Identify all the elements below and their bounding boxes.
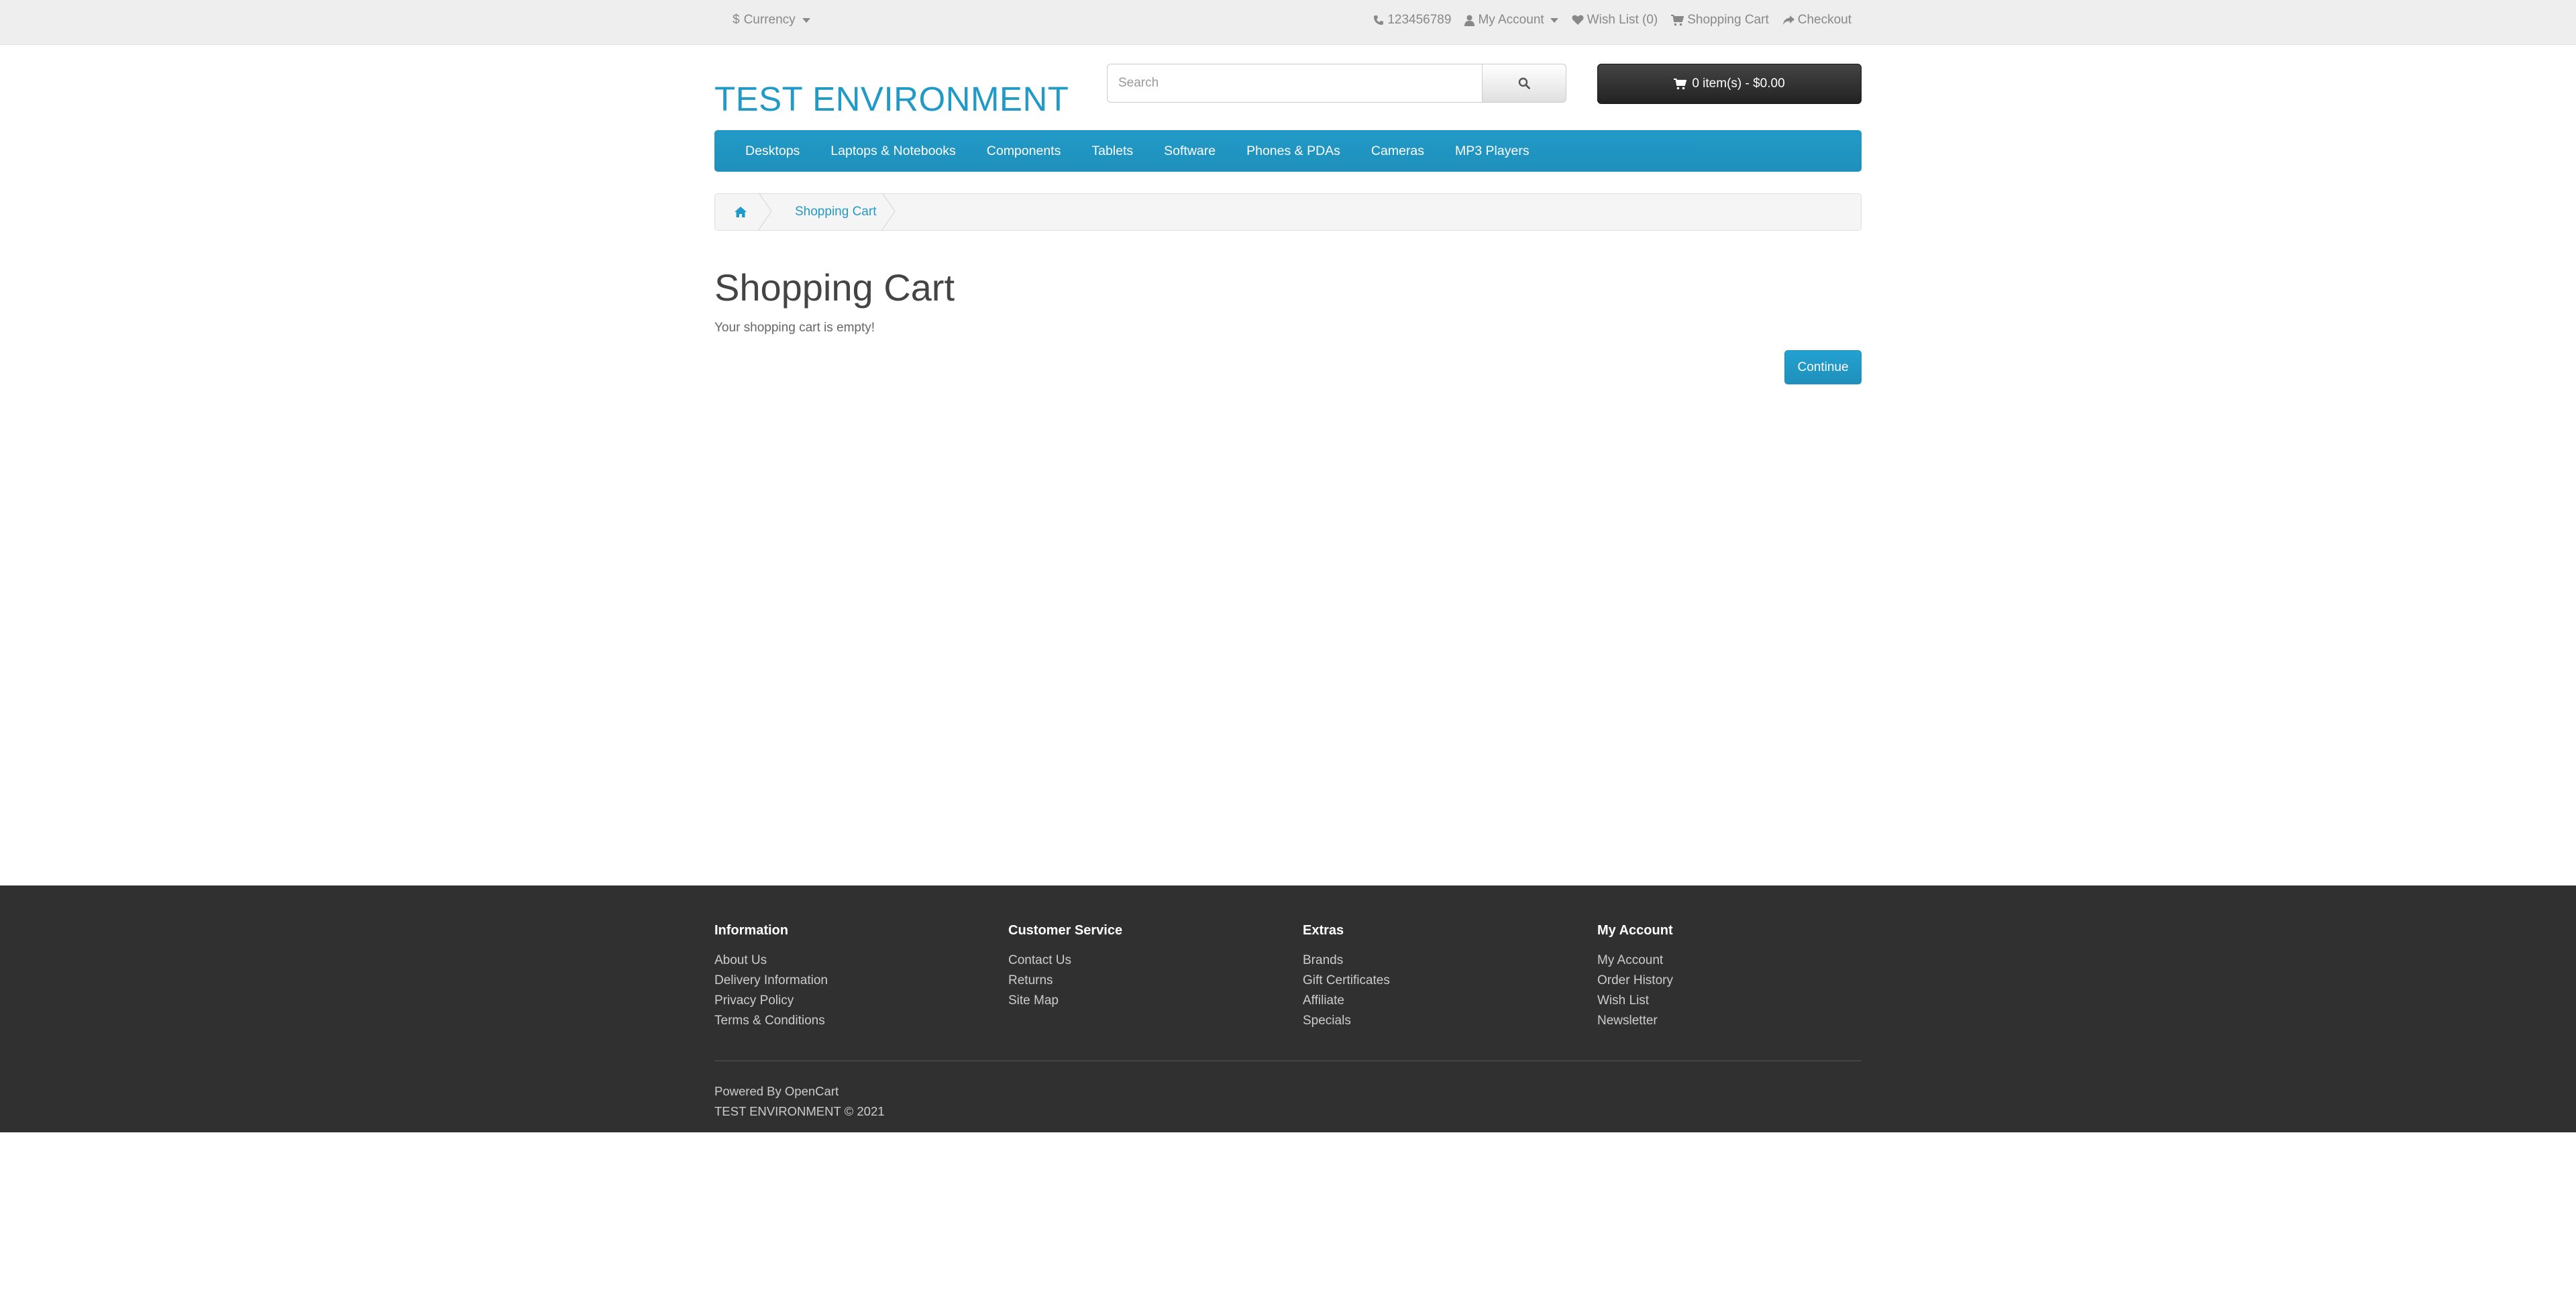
breadcrumb: Shopping Cart xyxy=(714,193,1862,231)
opencart-link[interactable]: OpenCart xyxy=(785,1084,839,1098)
footer-heading: Customer Service xyxy=(1008,923,1123,938)
footer-link-about-us[interactable]: About Us xyxy=(714,951,996,971)
search-input[interactable] xyxy=(1107,64,1483,103)
menu-item-tablets[interactable]: Tablets xyxy=(1076,144,1148,159)
footer-link-newsletter[interactable]: Newsletter xyxy=(1597,1011,1879,1031)
cart-icon xyxy=(1674,78,1687,89)
footer-link-my-account[interactable]: My Account xyxy=(1597,951,1879,971)
breadcrumb-current-label: Shopping Cart xyxy=(795,205,877,219)
breadcrumb-home[interactable] xyxy=(715,194,772,230)
footer-heading: Extras xyxy=(1303,923,1344,938)
powered-by: Powered By OpenCart xyxy=(714,1084,839,1099)
cart-summary-button[interactable]: 0 item(s) - $0.00 xyxy=(1597,64,1862,104)
store-logo[interactable]: TEST ENVIRONMENT xyxy=(714,79,1069,119)
menu-item-software[interactable]: Software xyxy=(1148,144,1231,159)
footer-column-extras: Extras Brands Gift Certificates Affiliat… xyxy=(1303,923,1585,1031)
continue-button[interactable]: Continue xyxy=(1784,350,1862,384)
footer-link-terms-conditions[interactable]: Terms & Conditions xyxy=(714,1011,996,1031)
home-icon xyxy=(734,207,747,217)
footer-link-brands[interactable]: Brands xyxy=(1303,951,1585,971)
footer-link-site-map[interactable]: Site Map xyxy=(1008,991,1290,1011)
footer: Information About Us Delivery Informatio… xyxy=(0,885,2576,1132)
search-icon xyxy=(1518,77,1530,89)
footer-link-gift-certificates[interactable]: Gift Certificates xyxy=(1303,971,1585,991)
page-title: Shopping Cart xyxy=(714,266,955,309)
search-button[interactable] xyxy=(1483,64,1566,103)
footer-column-information: Information About Us Delivery Informatio… xyxy=(714,923,996,1031)
footer-column-customer-service: Customer Service Contact Us Returns Site… xyxy=(1008,923,1290,1011)
empty-cart-message: Your shopping cart is empty! xyxy=(714,321,875,335)
menu-item-laptops-notebooks[interactable]: Laptops & Notebooks xyxy=(815,144,971,159)
footer-link-contact-us[interactable]: Contact Us xyxy=(1008,951,1290,971)
footer-link-affiliate[interactable]: Affiliate xyxy=(1303,991,1585,1011)
footer-link-specials[interactable]: Specials xyxy=(1303,1011,1585,1031)
cart-summary-label: 0 item(s) - $0.00 xyxy=(1692,76,1785,91)
footer-heading: Information xyxy=(714,923,788,938)
menu-item-cameras[interactable]: Cameras xyxy=(1356,144,1440,159)
menu-item-desktops[interactable]: Desktops xyxy=(730,144,815,159)
footer-column-my-account: My Account My Account Order History Wish… xyxy=(1597,923,1879,1031)
copyright: TEST ENVIRONMENT © 2021 xyxy=(714,1104,885,1118)
powered-by-label: Powered By xyxy=(714,1084,782,1098)
footer-heading: My Account xyxy=(1597,923,1673,938)
breadcrumb-separator xyxy=(881,194,896,230)
search-group xyxy=(1107,64,1566,104)
footer-link-returns[interactable]: Returns xyxy=(1008,971,1290,991)
footer-link-privacy-policy[interactable]: Privacy Policy xyxy=(714,991,996,1011)
menu-item-components[interactable]: Components xyxy=(971,144,1077,159)
footer-link-wish-list[interactable]: Wish List xyxy=(1597,991,1879,1011)
footer-link-order-history[interactable]: Order History xyxy=(1597,971,1879,991)
menu-item-phones-pdas[interactable]: Phones & PDAs xyxy=(1231,144,1356,159)
menu-item-mp3-players[interactable]: MP3 Players xyxy=(1440,144,1545,159)
breadcrumb-shopping-cart[interactable]: Shopping Cart xyxy=(765,194,896,230)
footer-link-delivery-information[interactable]: Delivery Information xyxy=(714,971,996,991)
main-menu: Desktops Laptops & Notebooks Components … xyxy=(714,130,1862,172)
